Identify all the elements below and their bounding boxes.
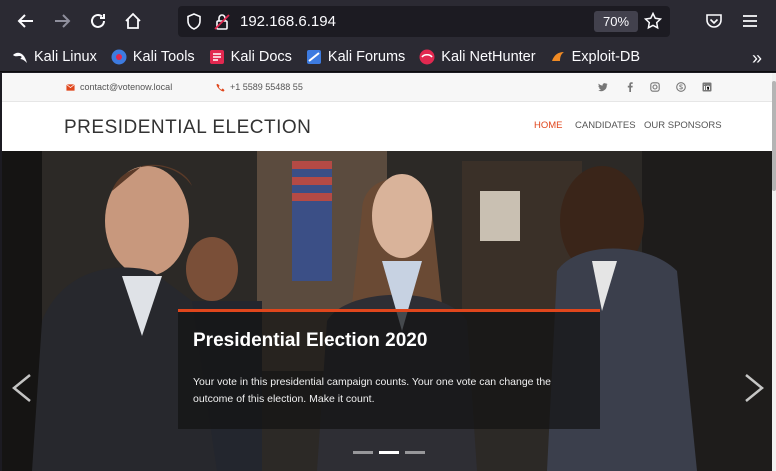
hero-description: Your vote in this presidential campaign … [193,376,552,405]
forward-arrow-icon [55,14,71,28]
nav-home[interactable]: HOME [534,120,563,131]
zoom-level-badge[interactable]: 70% [594,11,638,32]
insecure-lock-icon[interactable] [214,13,230,30]
forward-button[interactable] [44,0,80,42]
browser-toolbar: 192.168.6.194 70% [0,0,776,42]
hero-caption: Presidential Election 2020 Your vote in … [178,309,600,429]
skype-icon[interactable] [676,82,686,92]
instagram-icon[interactable] [650,82,660,92]
phone-icon [216,83,225,92]
carousel-next-arrow-icon[interactable] [742,373,766,403]
bookmarks-overflow-chevron[interactable]: » [752,48,762,69]
web-page: contact@votenow.local +1 5589 55488 55 P… [2,73,772,471]
bookmark-label: Kali Linux [34,48,97,65]
envelope-icon [66,83,75,91]
bookmark-kali-linux[interactable]: Kali Linux [12,49,97,65]
bookmark-kali-forums[interactable]: Kali Forums [306,49,405,65]
contact-topbar: contact@votenow.local +1 5589 55488 55 [2,73,772,102]
pocket-icon[interactable] [705,12,723,30]
nav-candidates[interactable]: CANDIDATES [575,120,636,131]
carousel-indicator[interactable] [405,451,425,454]
bookmark-kali-docs[interactable]: Kali Docs [209,49,292,65]
contact-phone[interactable]: +1 5589 55488 55 [216,82,303,92]
contact-email[interactable]: contact@votenow.local [66,82,172,92]
back-button[interactable] [8,0,44,42]
site-header: PRESIDENTIAL ELECTION HOME CANDIDATES OU… [2,102,772,151]
email-text: contact@votenow.local [80,82,173,92]
twitter-icon[interactable] [598,82,608,92]
bookmark-exploit-db[interactable]: Exploit-DB [550,48,641,65]
home-button[interactable] [115,0,151,42]
reload-icon [91,13,105,28]
carousel-prev-arrow-icon[interactable] [10,373,34,403]
bookmarks-toolbar: Kali Linux Kali Tools Kali Docs Kali For… [0,42,776,72]
address-bar[interactable]: 192.168.6.194 70% [178,6,670,37]
home-icon [125,12,141,29]
bookmark-label: Kali NetHunter [441,48,536,65]
bookmark-kali-nethunter[interactable]: Kali NetHunter [419,48,536,65]
carousel-indicator[interactable] [353,451,373,454]
carousel-indicators [353,451,431,454]
reload-button[interactable] [80,0,116,42]
back-arrow-icon [17,14,33,28]
linkedin-icon[interactable] [702,82,712,92]
bookmark-label: Kali Forums [327,48,406,65]
kali-forums-icon [306,49,321,64]
facebook-icon[interactable] [625,82,635,92]
carousel-indicator-active[interactable] [379,451,399,454]
kali-tools-icon [111,49,127,64]
tracking-shield-icon[interactable] [186,13,202,30]
phone-text: +1 5589 55488 55 [230,82,303,92]
bookmark-kali-tools[interactable]: Kali Tools [111,49,195,65]
hero-title: Presidential Election 2020 [193,330,428,351]
kali-docs-icon [209,49,224,64]
bookmark-label: Exploit-DB [571,48,641,65]
exploit-db-icon [551,51,564,61]
nethunter-icon [419,49,435,64]
bookmark-star-icon[interactable] [644,12,662,30]
scrollbar-thumb[interactable] [772,81,776,191]
nav-our-sponsors[interactable]: OUR SPONSORS [644,120,722,131]
hamburger-menu-icon[interactable] [741,12,759,30]
kali-dragon-icon [13,52,27,63]
bookmark-label: Kali Tools [132,48,195,65]
bookmark-label: Kali Docs [230,48,292,65]
page-scrollbar[interactable] [772,73,776,471]
url-text[interactable]: 192.168.6.194 [240,13,336,30]
site-brand[interactable]: PRESIDENTIAL ELECTION [64,117,311,139]
